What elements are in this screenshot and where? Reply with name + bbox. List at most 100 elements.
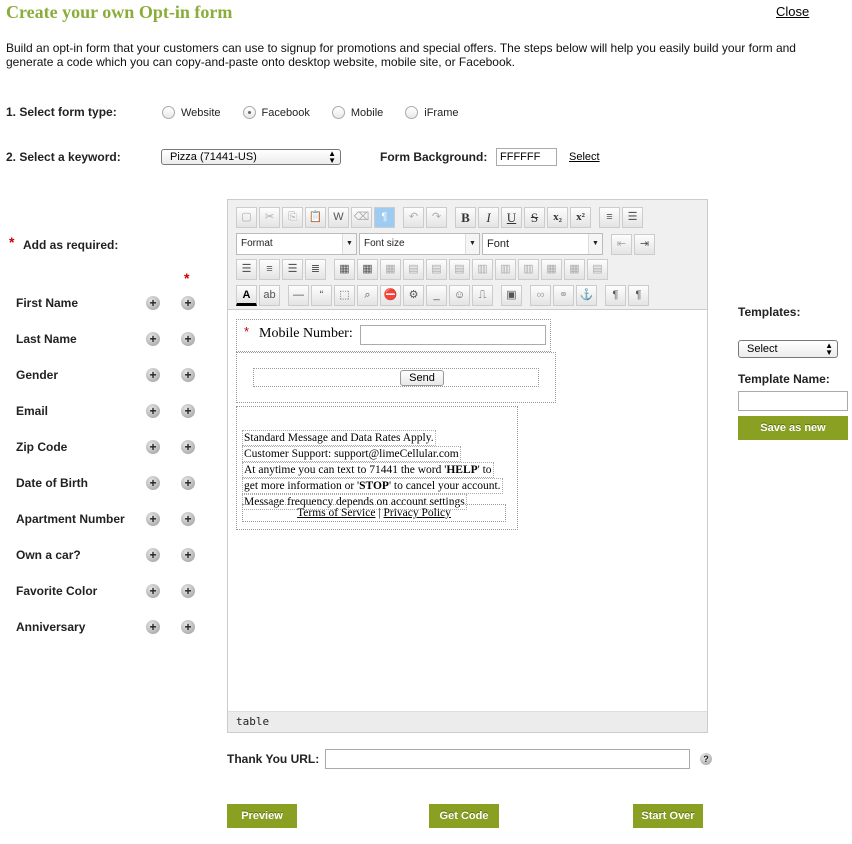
radio-facebook[interactable]: Facebook [242, 106, 310, 119]
editor-content[interactable]: * Mobile Number: Send Standard Message a… [228, 311, 707, 711]
page-break-icon[interactable]: ⎍ [472, 285, 493, 306]
strikethrough-button[interactable]: S [524, 207, 545, 228]
add-field-plus-icon[interactable]: + [146, 332, 160, 346]
add-required-plus-icon[interactable]: + [181, 548, 195, 562]
save-as-new-button[interactable]: Save as new [738, 416, 848, 440]
paste-icon[interactable]: 📋 [305, 207, 326, 228]
form-background-input[interactable] [496, 148, 557, 166]
templates-select[interactable]: Select ▲ ▼ [738, 340, 838, 358]
radio-iframe[interactable]: iFrame [405, 106, 459, 119]
align-center-icon[interactable]: ≡ [259, 259, 280, 280]
insert-column-before-icon[interactable]: ▥ [472, 259, 493, 280]
radio-button[interactable] [405, 106, 419, 119]
paste-from-word-icon[interactable]: W [328, 207, 349, 228]
insert-column-after-icon[interactable]: ▥ [495, 259, 516, 280]
keyword-select[interactable]: Pizza (71441-US) ▲ ▼ [161, 149, 341, 165]
add-required-plus-icon[interactable]: + [181, 404, 195, 418]
blockquote-icon[interactable]: “ [311, 285, 332, 306]
add-field-plus-icon[interactable]: + [146, 620, 160, 634]
start-over-button[interactable]: Start Over [633, 804, 703, 828]
show-blocks-icon[interactable]: ¶ [374, 207, 395, 228]
add-required-plus-icon[interactable]: + [181, 476, 195, 490]
align-justify-icon[interactable]: ≣ [305, 259, 326, 280]
subscript-button[interactable]: x₂ [547, 207, 568, 228]
numbered-list-icon[interactable]: ≡ [599, 207, 620, 228]
add-required-plus-icon[interactable]: + [181, 620, 195, 634]
add-required-plus-icon[interactable]: + [181, 512, 195, 526]
smiley-icon[interactable]: ☺ [449, 285, 470, 306]
add-field-plus-icon[interactable]: + [146, 512, 160, 526]
add-field-plus-icon[interactable]: + [146, 368, 160, 382]
ltr-icon[interactable]: ¶ [605, 285, 626, 306]
row-properties-icon[interactable]: ▤ [587, 259, 608, 280]
stop-sign-icon[interactable]: ⛔ [380, 285, 401, 306]
help-icon[interactable]: ? [700, 753, 712, 765]
align-left-icon[interactable]: ☰ [236, 259, 257, 280]
cut-icon[interactable]: ✂ [259, 207, 280, 228]
copy-icon[interactable]: ⎘ [282, 207, 303, 228]
add-required-plus-icon[interactable]: + [181, 440, 195, 454]
add-field-plus-icon[interactable]: + [146, 548, 160, 562]
spellcheck-icon[interactable]: ab [259, 285, 280, 306]
settings-gear-icon[interactable]: ⚙ [403, 285, 424, 306]
select-color-link[interactable]: Select [569, 151, 600, 163]
horizontal-rule-icon[interactable]: — [288, 285, 309, 306]
add-field-plus-icon[interactable]: + [146, 404, 160, 418]
get-code-button[interactable]: Get Code [429, 804, 499, 828]
radio-button[interactable] [162, 106, 175, 119]
add-field-plus-icon[interactable]: + [146, 440, 160, 454]
undo-icon[interactable]: ↶ [403, 207, 424, 228]
remove-format-icon[interactable]: ⌫ [351, 207, 372, 228]
radio-button[interactable] [331, 106, 345, 119]
mobile-number-input[interactable] [360, 325, 546, 345]
element-path-bar[interactable]: table [228, 711, 707, 732]
bulleted-list-icon[interactable]: ☰ [622, 207, 643, 228]
select-all-icon[interactable]: ⬚ [334, 285, 355, 306]
thank-you-url-input[interactable] [325, 749, 690, 769]
link-icon[interactable]: ∞ [530, 285, 551, 306]
radio-website[interactable]: Website [162, 106, 221, 119]
underline-button[interactable]: U [501, 207, 522, 228]
format-combo[interactable]: Format ▼ [236, 233, 357, 255]
italic-button[interactable]: I [478, 207, 499, 228]
delete-table-icon[interactable]: ▦ [380, 259, 401, 280]
add-field-plus-icon[interactable]: + [146, 584, 160, 598]
unlink-icon[interactable]: ⚭ [553, 285, 574, 306]
indent-icon[interactable]: ⇥ [634, 233, 655, 255]
template-name-input[interactable] [738, 391, 848, 411]
insert-row-after-icon[interactable]: ▤ [426, 259, 447, 280]
radio-button-selected[interactable] [242, 106, 256, 119]
preview-button[interactable]: Preview [227, 804, 297, 828]
text-color-icon[interactable]: A [236, 285, 257, 306]
superscript-button[interactable]: x² [570, 207, 591, 228]
delete-row-icon[interactable]: ▤ [449, 259, 470, 280]
table-icon[interactable]: ▦ [334, 259, 355, 280]
align-right-icon[interactable]: ☰ [282, 259, 303, 280]
delete-column-icon[interactable]: ▥ [518, 259, 539, 280]
add-required-plus-icon[interactable]: + [181, 584, 195, 598]
privacy-policy-link[interactable]: Privacy Policy [384, 507, 451, 519]
add-field-plus-icon[interactable]: + [146, 296, 160, 310]
underscore-icon[interactable]: _ [426, 285, 447, 306]
rich-text-editor[interactable]: ▢ ✂ ⎘ 📋 W ⌫ ¶ ↶ ↷ B I U S x₂ x² ≡ ☰ Form… [227, 199, 708, 733]
table-properties-icon[interactable]: ▦ [357, 259, 378, 280]
merge-cells-icon[interactable]: ▦ [564, 259, 585, 280]
find-replace-icon[interactable]: ⌕ [357, 285, 378, 306]
add-required-plus-icon[interactable]: + [181, 368, 195, 382]
terms-of-service-link[interactable]: Terms of Service [297, 507, 375, 519]
send-button[interactable]: Send [400, 370, 444, 386]
redo-icon[interactable]: ↷ [426, 207, 447, 228]
outdent-icon[interactable]: ⇤ [611, 233, 632, 255]
split-cells-icon[interactable]: ▦ [541, 259, 562, 280]
insert-row-before-icon[interactable]: ▤ [403, 259, 424, 280]
rtl-icon[interactable]: ¶ [628, 285, 649, 306]
anchor-icon[interactable]: ⚓ [576, 285, 597, 306]
add-required-plus-icon[interactable]: + [181, 296, 195, 310]
new-page-icon[interactable]: ▢ [236, 207, 257, 228]
font-combo[interactable]: Font ▼ [482, 233, 603, 255]
image-icon[interactable]: ▣ [501, 285, 522, 306]
bold-button[interactable]: B [455, 207, 476, 228]
add-field-plus-icon[interactable]: + [146, 476, 160, 490]
add-required-plus-icon[interactable]: + [181, 332, 195, 346]
radio-mobile[interactable]: Mobile [331, 106, 383, 119]
